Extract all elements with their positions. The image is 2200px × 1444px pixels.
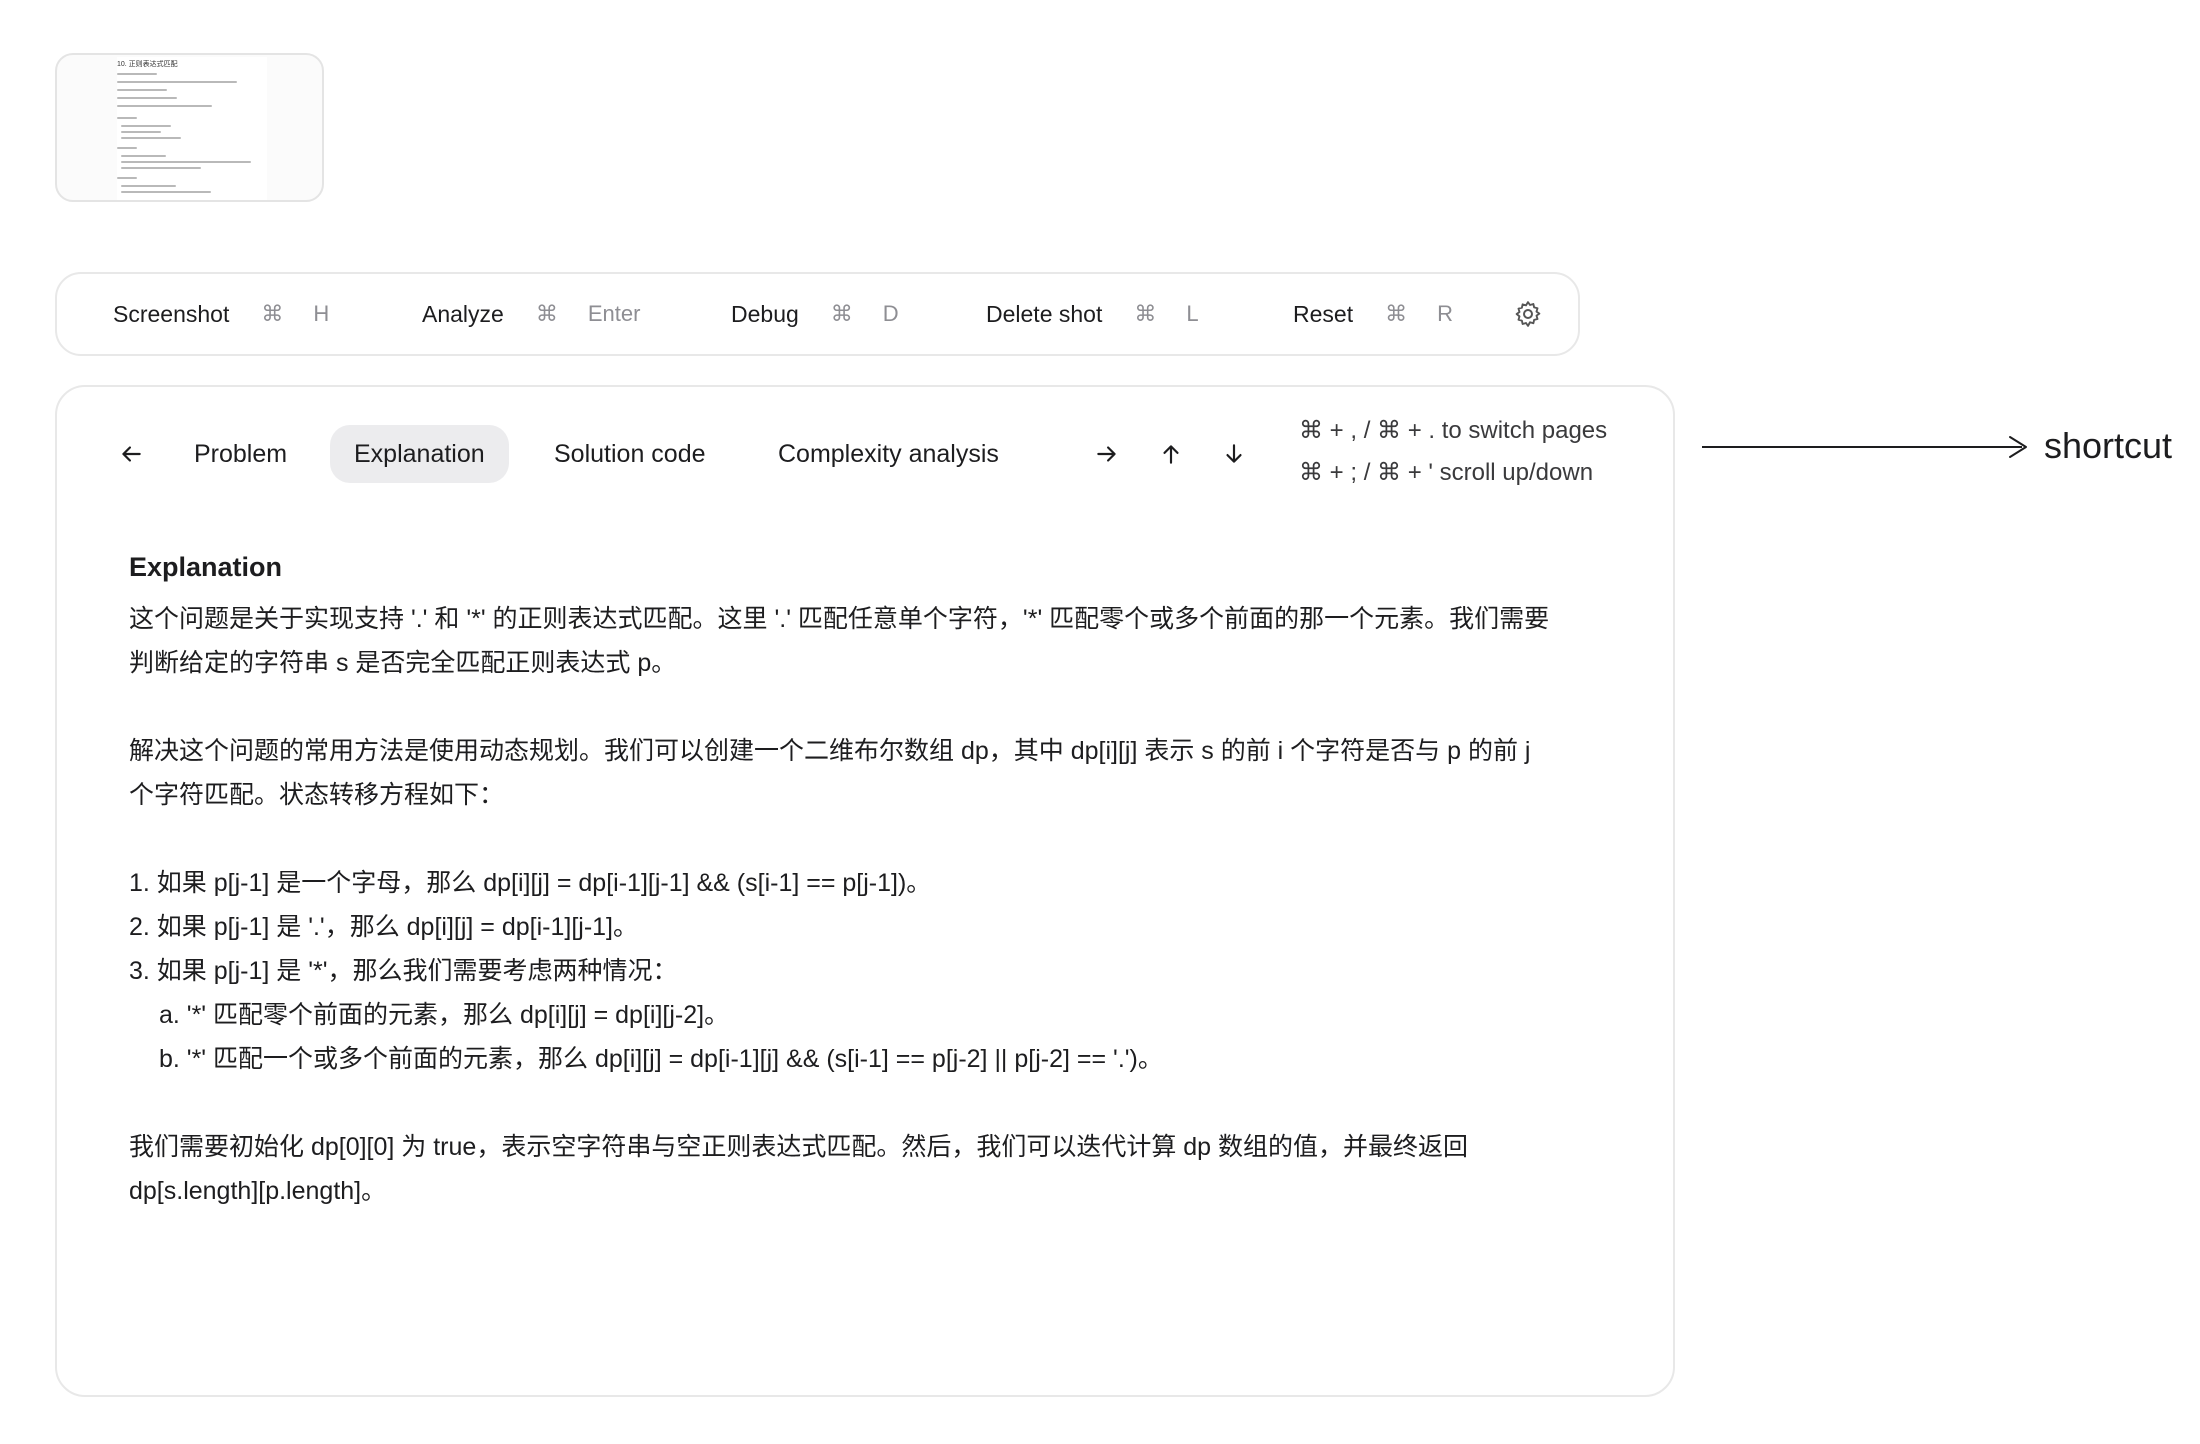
paragraph-3-line-1: 我们需要初始化 dp[0][0] 为 true，表示空字符串与空正则表达式匹配。… — [129, 1133, 1469, 1161]
solution-panel: Problem Explanation Solution code Comple… — [55, 385, 1675, 1397]
annotation-label: shortcut — [2044, 425, 2173, 466]
arrow-up-icon[interactable] — [1149, 425, 1193, 483]
section-title: Explanation — [129, 552, 283, 582]
page-navigation: Problem Explanation Solution code Comple… — [57, 387, 1673, 507]
reset-label: Reset — [1293, 300, 1354, 327]
delete-shot-key-cmd: ⌘ — [1134, 301, 1157, 326]
paragraph-3-line-2: dp[s.length][p.length]。 — [129, 1177, 387, 1205]
paragraph-2-line-2: 个字符匹配。状态转移方程如下： — [129, 781, 505, 809]
paragraph-1-line-2: 判断给定的字符串 s 是否完全匹配正则表达式 p。 — [129, 649, 677, 677]
reset-button[interactable]: Reset ⌘ R — [1293, 274, 1463, 354]
analyze-button[interactable]: Analyze ⌘ Enter — [422, 274, 650, 354]
delete-shot-button[interactable]: Delete shot ⌘ L — [986, 274, 1209, 354]
arrow-left-icon[interactable] — [109, 425, 153, 483]
arrow-down-icon[interactable] — [1212, 425, 1256, 483]
debug-key-cmd: ⌘ — [830, 301, 853, 326]
action-toolbar: Screenshot ⌘ H Analyze ⌘ Enter Debug ⌘ D… — [55, 272, 1580, 356]
tab-problem[interactable]: Problem — [170, 425, 311, 483]
list-item-1: 1. 如果 p[j-1] 是一个字母，那么 dp[i][j] = dp[i-1]… — [129, 869, 932, 897]
screenshot-label: Screenshot — [113, 300, 230, 327]
list-item-3a: a. '*' 匹配零个前面的元素，那么 dp[i][j] = dp[i][j-2… — [159, 1001, 730, 1029]
delete-shot-key: L — [1186, 301, 1199, 326]
analyze-key-cmd: ⌘ — [535, 301, 558, 326]
annotation-arrowhead-icon — [2009, 436, 2027, 458]
screenshot-key: H — [313, 301, 330, 326]
list-item-3: 3. 如果 p[j-1] 是 '*'，那么我们需要考虑两种情况： — [129, 957, 678, 985]
paragraph-2-line-1: 解决这个问题的常用方法是使用动态规划。我们可以创建一个二维布尔数组 dp，其中 … — [129, 737, 1531, 765]
debug-button[interactable]: Debug ⌘ D — [731, 274, 909, 354]
delete-shot-label: Delete shot — [986, 300, 1103, 327]
gear-icon[interactable] — [1513, 299, 1543, 329]
page-switch-hint: ⌘ + , / ⌘ + . to switch pages — [1299, 417, 1608, 444]
tab-explanation[interactable]: Explanation — [330, 425, 509, 483]
explanation-content: Explanation 这个问题是关于实现支持 '.' 和 '*' 的正则表达式… — [129, 552, 1629, 1213]
reset-key-cmd: ⌘ — [1385, 301, 1408, 326]
screenshot-button[interactable]: Screenshot ⌘ H — [113, 274, 339, 354]
analyze-label: Analyze — [422, 300, 504, 327]
tab-complexity-analysis[interactable]: Complexity analysis — [754, 425, 1023, 483]
reset-key: R — [1437, 301, 1453, 326]
thumbnail-page: 10. 正则表达式匹配 — [117, 57, 267, 200]
annotation-arrow-line — [1702, 446, 2022, 448]
thumbnail-title: 10. 正则表达式匹配 — [117, 61, 178, 68]
paragraph-1-line-1: 这个问题是关于实现支持 '.' 和 '*' 的正则表达式匹配。这里 '.' 匹配… — [129, 605, 1550, 633]
screenshot-key-cmd: ⌘ — [261, 301, 284, 326]
arrow-right-icon[interactable] — [1085, 425, 1129, 483]
debug-key: D — [882, 301, 899, 326]
debug-label: Debug — [731, 300, 799, 327]
analyze-key: Enter — [587, 301, 641, 326]
scroll-hint: ⌘ + ; / ⌘ + ' scroll up/down — [1299, 459, 1594, 486]
list-item-2: 2. 如果 p[j-1] 是 '.'，那么 dp[i][j] = dp[i-1]… — [129, 913, 638, 941]
list-item-3b: b. '*' 匹配一个或多个前面的元素，那么 dp[i][j] = dp[i-1… — [159, 1045, 1163, 1073]
tab-solution-code[interactable]: Solution code — [530, 425, 730, 483]
screenshot-thumbnail[interactable]: 10. 正则表达式匹配 — [55, 53, 324, 202]
